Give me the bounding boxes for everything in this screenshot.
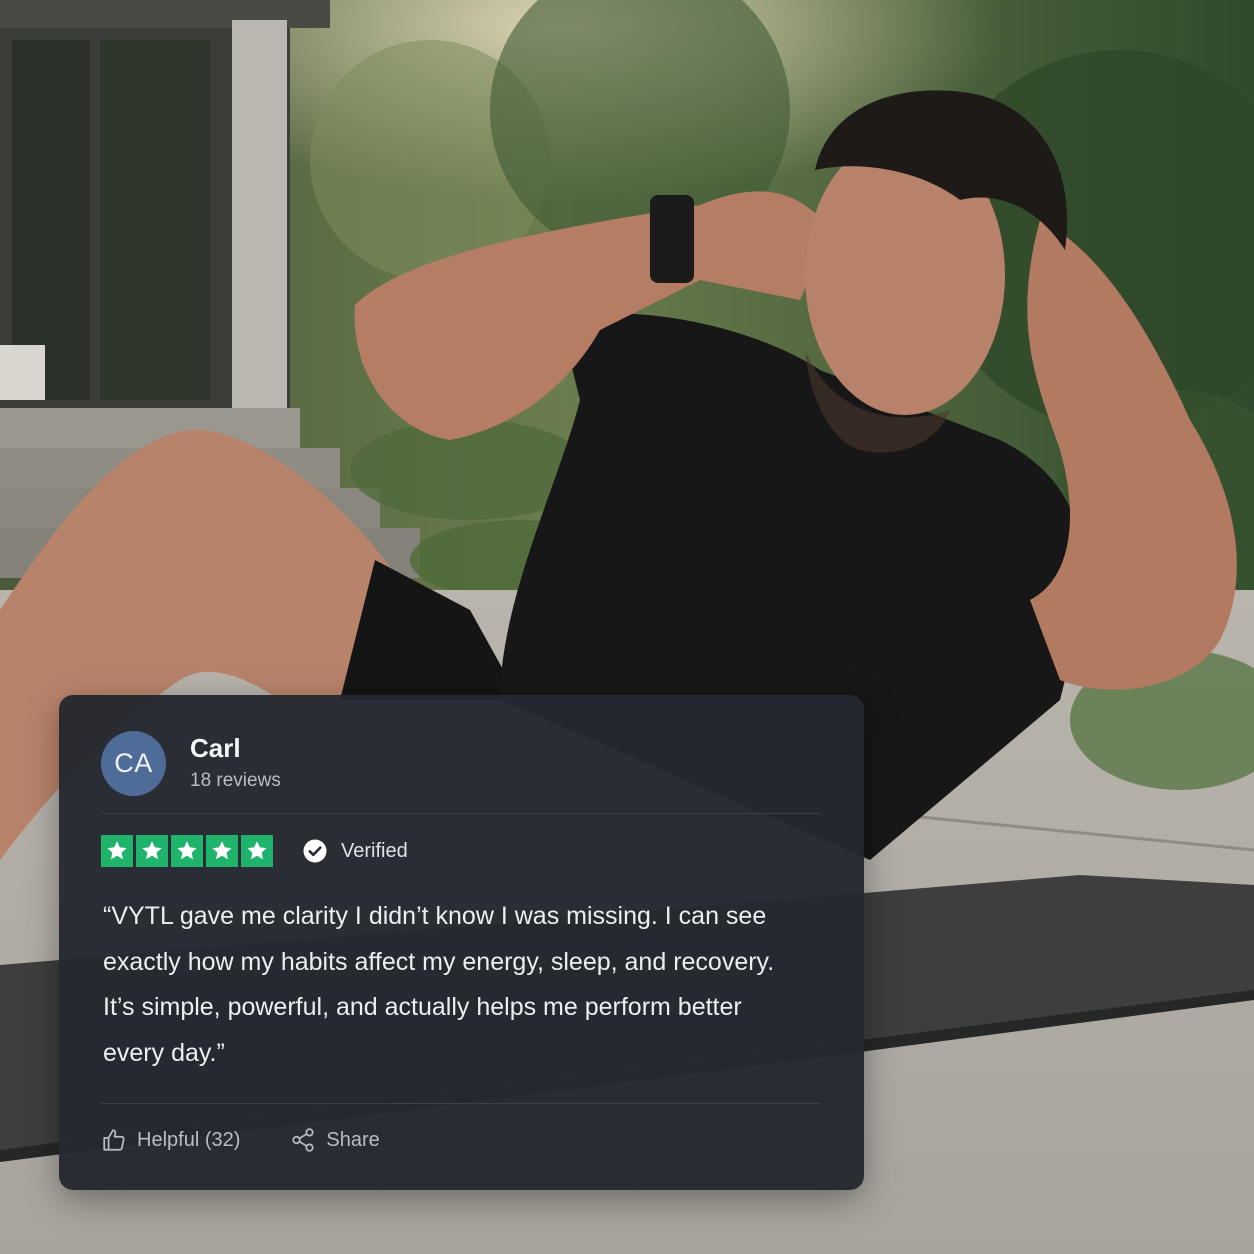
- helpful-button[interactable]: Helpful (32): [101, 1127, 240, 1153]
- verified-label: Verified: [341, 839, 408, 862]
- star-icon: [171, 835, 203, 867]
- thumbs-up-icon: [103, 1129, 125, 1151]
- share-label: Share: [326, 1128, 380, 1151]
- rating-row: Verified: [101, 835, 408, 867]
- avatar: CA: [101, 731, 166, 796]
- review-text: “VYTL gave me clarity I didn’t know I wa…: [103, 902, 775, 1067]
- review-count: 18 reviews: [190, 770, 281, 791]
- review-card: CA Carl 18 reviews Verified “VYTL gave m…: [59, 695, 864, 1190]
- review-actions: Helpful (32) Share: [101, 1123, 380, 1157]
- divider: [101, 813, 820, 814]
- check-circle-icon: [303, 839, 327, 863]
- share-button[interactable]: Share: [290, 1127, 380, 1153]
- star-icon: [206, 835, 238, 867]
- helpful-label: Helpful (32): [137, 1128, 241, 1151]
- reviewer-name[interactable]: Carl: [190, 733, 241, 764]
- star-icon: [136, 835, 168, 867]
- divider: [101, 1103, 820, 1104]
- share-icon: [292, 1128, 315, 1152]
- star-rating: [101, 835, 273, 867]
- avatar-initials: CA: [114, 748, 153, 778]
- star-icon: [101, 835, 133, 867]
- star-icon: [241, 835, 273, 867]
